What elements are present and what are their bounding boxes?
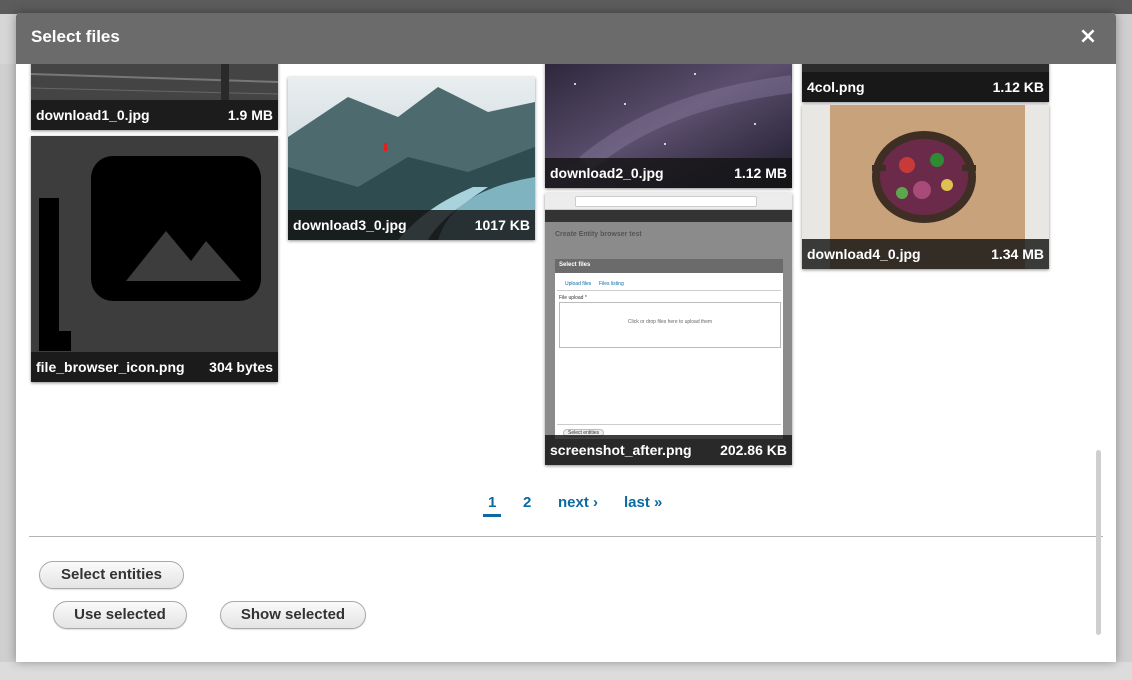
footer-divider [29,536,1103,537]
file-name: download4_0.jpg [807,246,921,262]
pager-last-link[interactable]: last » [624,494,662,511]
preview-dialog: Select files Upload files Files listing … [555,259,783,439]
scrollbar-thumb[interactable] [1096,450,1101,635]
close-icon[interactable]: × [1076,25,1100,49]
file-size: 1.12 KB [992,79,1044,95]
dialog-content: download1_0.jpg 1.9 MB file_browser_icon… [16,64,1116,662]
file-tile-download1[interactable]: download1_0.jpg 1.9 MB [31,64,278,130]
file-tile-file-browser-icon[interactable]: file_browser_icon.png 304 bytes [31,136,278,382]
select-files-dialog: Select files × download1_0.jpg 1.9 MB fi… [16,13,1116,662]
background-left-strip [0,64,16,662]
preview-dropzone: Click or drop files here to upload them [559,302,781,348]
preview-dropzone-text: Click or drop files here to upload them [627,319,713,325]
file-size: 304 bytes [209,359,273,375]
file-name: file_browser_icon.png [36,359,185,375]
pager-next-link[interactable]: next › [558,494,598,511]
show-selected-button[interactable]: Show selected [220,601,366,629]
file-caption: download2_0.jpg 1.12 MB [545,158,792,188]
preview-dialog-title: Select files [559,262,591,268]
pager-page-2[interactable]: 2 [523,494,531,511]
pager-current-page[interactable]: 1 [483,494,502,517]
use-selected-button[interactable]: Use selected [53,601,187,629]
preview-tab-upload: Upload files [565,281,592,287]
file-caption: download1_0.jpg 1.9 MB [31,100,278,130]
file-size: 202.86 KB [720,442,787,458]
preview-header: Create Entity browser test [555,231,642,238]
background-right-strip [1116,14,1132,662]
file-caption: download4_0.jpg 1.34 MB [802,239,1049,269]
file-tile-download3[interactable]: download3_0.jpg 1017 KB [288,77,535,240]
file-caption: file_browser_icon.png 304 bytes [31,352,278,382]
dialog-titlebar: Select files × [16,13,1116,64]
preview-address-bar [575,196,757,207]
preview-footer-rule [557,424,781,425]
file-thumbnail [31,136,278,382]
select-entities-button[interactable]: Select entities [39,561,184,589]
background-toolbar [0,0,1132,14]
file-caption: 4col.png 1.12 KB [802,72,1049,102]
file-caption: screenshot_after.png 202.86 KB [545,435,792,465]
pager: 1 2 next › last » [16,492,1116,522]
file-size: 1.12 MB [734,165,787,181]
preview-tab-rule [557,290,781,291]
file-size: 1.9 MB [227,107,273,123]
file-name: download3_0.jpg [293,217,407,233]
file-tile-4col[interactable]: 4col.png 1.12 KB [802,64,1049,102]
dialog-title: Select files [31,27,120,46]
file-name: download2_0.jpg [550,165,664,181]
file-tile-screenshot-after[interactable]: Create Entity browser test Select files … [545,193,792,465]
preview-admin-toolbar [545,210,792,222]
file-tile-download4[interactable]: download4_0.jpg 1.34 MB [802,105,1049,269]
background-bottom-strip [0,662,1132,680]
file-name: screenshot_after.png [550,442,692,458]
file-size: 1.34 MB [991,246,1044,262]
preview-tab-listing: Files listing [599,281,624,287]
file-thumbnail: Create Entity browser test Select files … [545,193,792,465]
file-name: 4col.png [807,79,865,95]
file-name: download1_0.jpg [36,107,150,123]
file-tile-download2[interactable]: download2_0.jpg 1.12 MB [545,64,792,188]
file-size: 1017 KB [474,217,530,233]
file-caption: download3_0.jpg 1017 KB [288,210,535,240]
preview-file-upload-label: File upload * [559,295,587,301]
